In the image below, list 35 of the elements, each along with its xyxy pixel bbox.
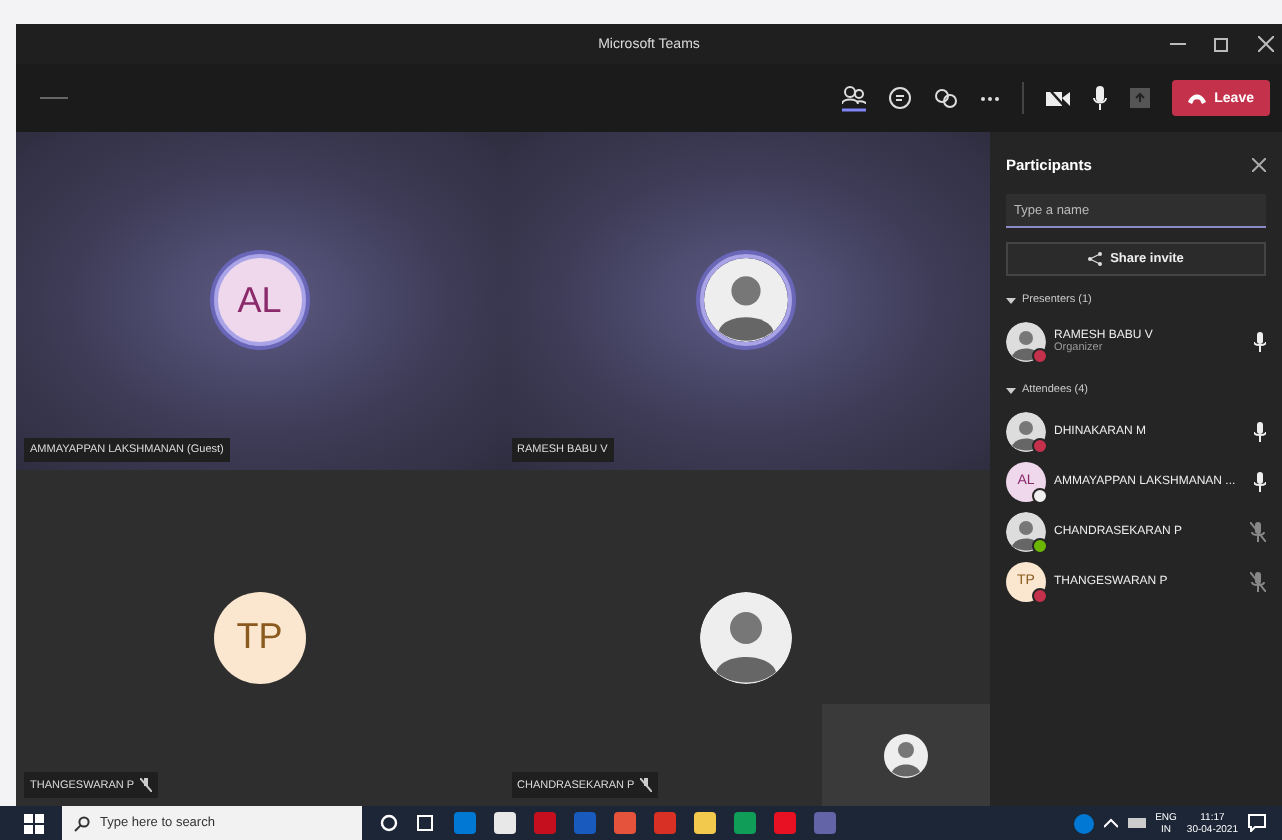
cortana-icon[interactable] <box>380 814 398 832</box>
avatar-icon <box>884 733 928 777</box>
microphone-icon[interactable] <box>1092 86 1109 110</box>
task-view-icon[interactable] <box>416 814 436 832</box>
chevron-down-icon[interactable] <box>1006 387 1016 393</box>
search-icon <box>74 815 90 831</box>
maximize-icon[interactable] <box>1214 36 1230 52</box>
app-icon[interactable] <box>494 812 516 834</box>
app-icon[interactable] <box>654 812 676 834</box>
app-icon[interactable] <box>694 812 716 834</box>
chevron-up-icon[interactable] <box>1103 818 1118 828</box>
people-icon[interactable] <box>842 84 867 112</box>
avatar-icon <box>1006 321 1046 361</box>
start-icon[interactable] <box>24 813 44 833</box>
chevron-down-icon[interactable] <box>1006 297 1016 303</box>
chat-icon[interactable] <box>888 86 913 110</box>
app-icon[interactable] <box>734 812 756 834</box>
close-icon[interactable] <box>1258 36 1274 52</box>
avatar: AL <box>213 254 306 347</box>
avatar-icon <box>1006 511 1046 551</box>
handle-icon <box>40 94 68 102</box>
phone-icon <box>1188 93 1207 103</box>
mic-off-icon <box>640 778 653 792</box>
avatar: TP <box>213 591 306 684</box>
camera-off-icon[interactable] <box>1046 88 1071 108</box>
avatar-icon <box>700 591 793 684</box>
notifications-icon[interactable] <box>1248 814 1266 832</box>
more-icon[interactable] <box>980 95 1001 101</box>
app-icon[interactable] <box>614 812 636 834</box>
share-icon <box>1088 252 1103 266</box>
mic-off-icon <box>140 778 153 792</box>
close-icon[interactable] <box>1252 158 1266 172</box>
app-icon[interactable] <box>774 812 796 834</box>
avatar-icon <box>1006 411 1046 451</box>
avatar-icon <box>700 254 793 347</box>
